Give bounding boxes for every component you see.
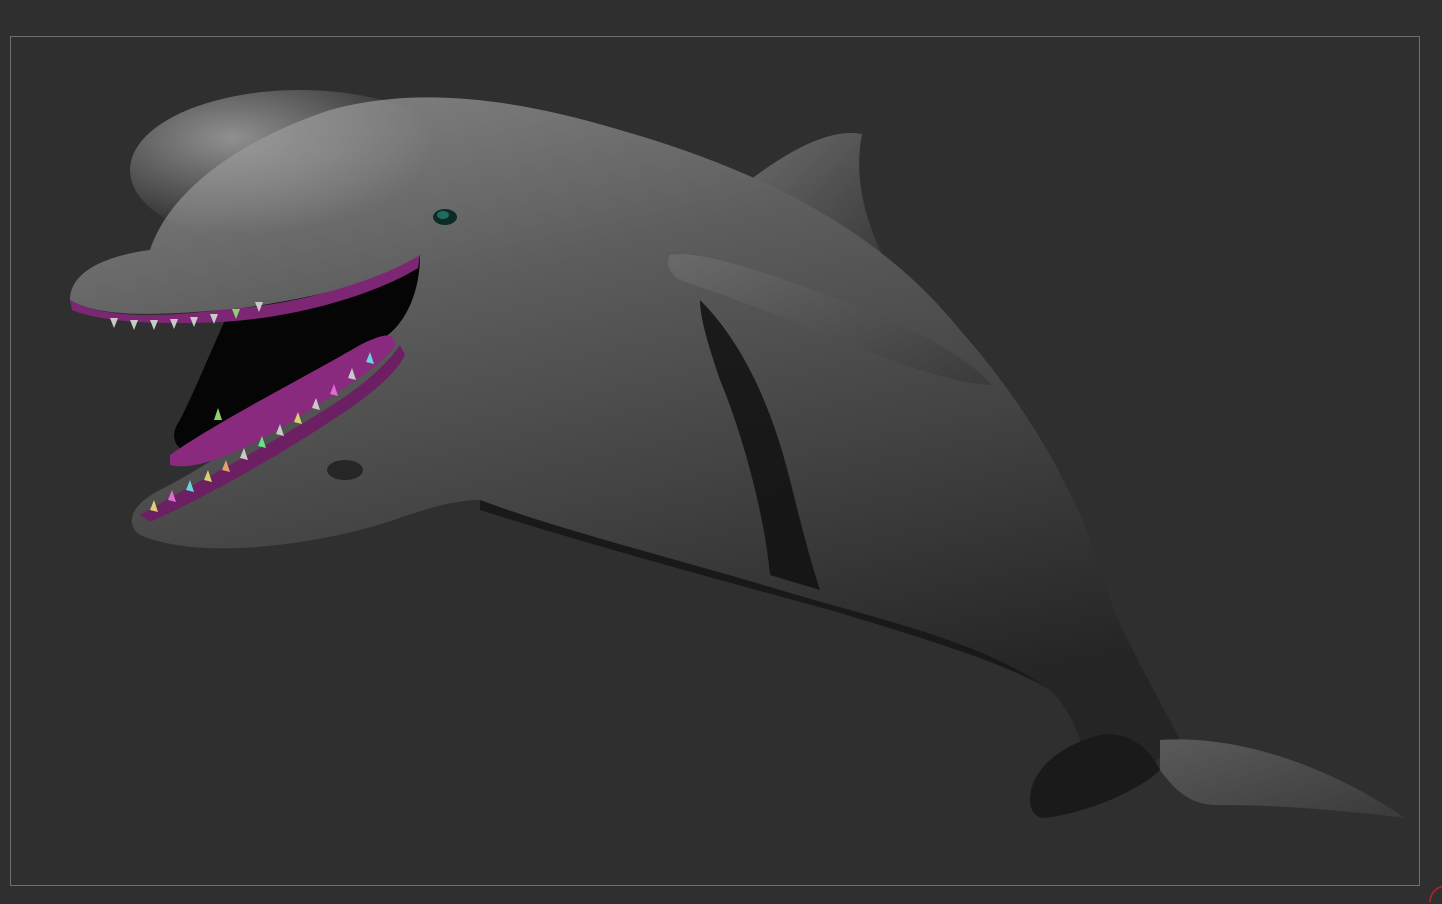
document-viewport[interactable] (0, 0, 1442, 903)
dolphin-model[interactable] (0, 0, 1442, 898)
red-arc-icon (1429, 885, 1442, 903)
tail-fluke-front (1160, 739, 1405, 818)
tail-fluke-back (1030, 734, 1160, 818)
